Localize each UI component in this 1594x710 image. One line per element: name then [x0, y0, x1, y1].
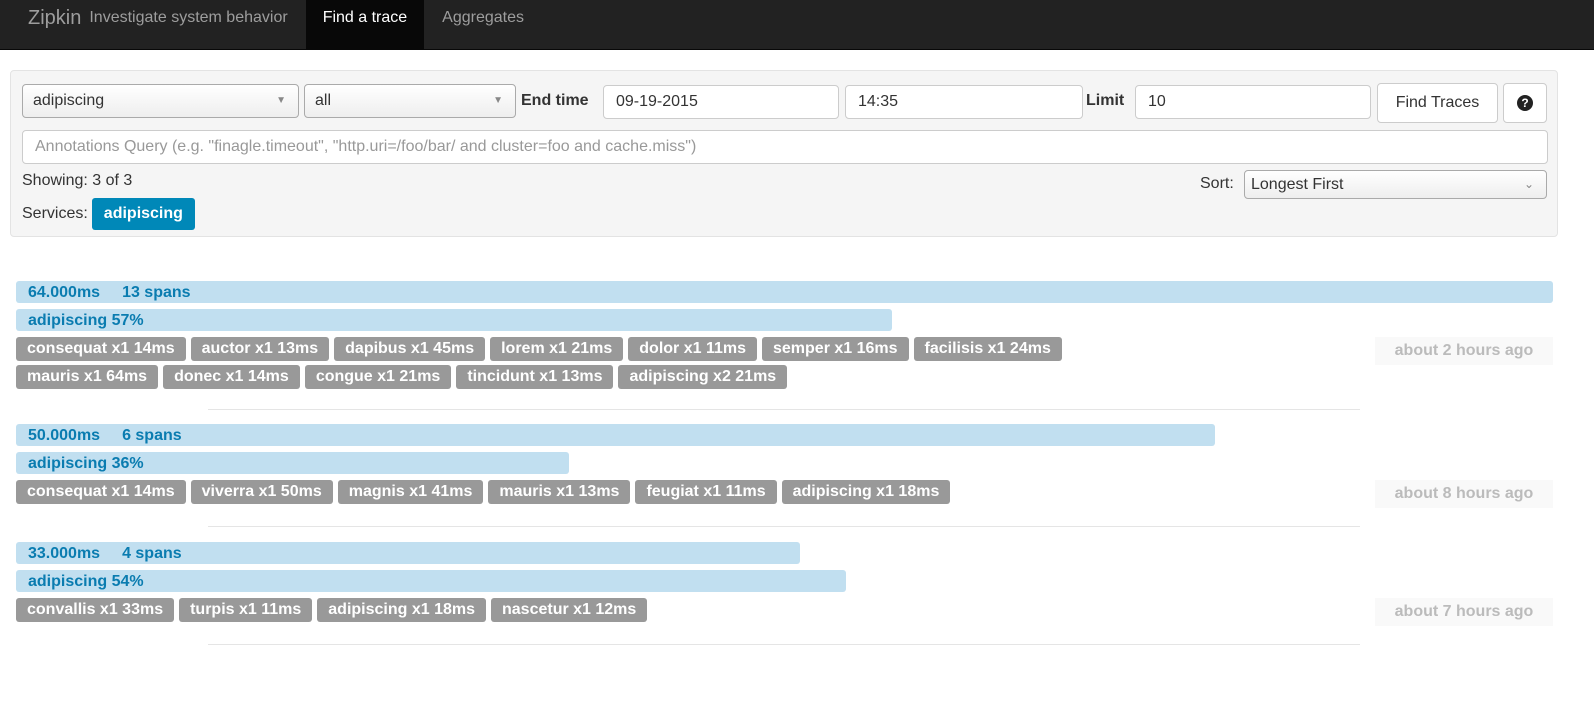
span-tag[interactable]: adipiscing x1 18ms	[317, 598, 486, 622]
navbar: Zipkin Investigate system behavior Find …	[0, 0, 1594, 50]
span-select[interactable]: all ▼	[304, 84, 516, 118]
caret-down-icon: ▼	[276, 95, 286, 106]
span-tag[interactable]: adipiscing x2 21ms	[618, 365, 788, 389]
timestamp: about 7 hours ago	[1375, 598, 1553, 626]
question-circle-icon: ?	[1517, 95, 1533, 111]
span-tag[interactable]: tincidunt x1 13ms	[456, 365, 614, 389]
trace-item[interactable]: 64.000ms 13 spans adipiscing 57% about 2 …	[16, 281, 1553, 410]
span-tags: convallis x1 33ms turpis x1 11ms adipiscin…	[16, 598, 1176, 622]
timestamp: about 8 hours ago	[1375, 480, 1553, 508]
span-tags: consequat x1 14ms viverra x1 50ms magnis x…	[16, 480, 1176, 504]
sort-label: Sort:	[1200, 175, 1234, 192]
limit-input[interactable]: 10	[1135, 85, 1371, 119]
duration-bar: 64.000ms 13 spans	[16, 281, 1553, 303]
brand[interactable]: Zipkin	[0, 0, 89, 49]
span-count: 4 spans	[122, 545, 182, 562]
find-traces-button[interactable]: Find Traces	[1377, 83, 1498, 123]
service-value: adipiscing	[33, 92, 105, 109]
span-tag[interactable]: lorem x1 21ms	[490, 337, 624, 361]
help-button[interactable]: ?	[1503, 83, 1547, 123]
service-bar: adipiscing 36%	[16, 452, 570, 474]
span-tag[interactable]: dapibus x1 45ms	[334, 337, 486, 361]
service-select[interactable]: adipiscing ▼	[22, 84, 299, 118]
duration: 64.000ms	[28, 284, 101, 301]
services-label: Services:	[22, 205, 88, 222]
span-tag[interactable]: convallis x1 33ms	[16, 598, 175, 622]
time-input[interactable]: 14:35	[845, 85, 1083, 119]
duration-bar: 33.000ms 4 spans	[16, 542, 800, 564]
span-count: 13 spans	[122, 284, 191, 301]
timestamp: about 2 hours ago	[1375, 337, 1553, 365]
span-tag[interactable]: feugiat x1 11ms	[635, 480, 777, 504]
sort-select[interactable]: Longest First ⌄	[1244, 170, 1547, 199]
span-tag[interactable]: donec x1 14ms	[163, 365, 300, 389]
date-input[interactable]: 09-19-2015	[603, 85, 839, 119]
caret-down-icon: ▼	[493, 95, 503, 106]
span-tag[interactable]: dolor x1 11ms	[628, 337, 757, 361]
trace-item[interactable]: 50.000ms 6 spans adipiscing 36% about 8 h…	[16, 424, 1553, 527]
trace-item[interactable]: 33.000ms 4 spans adipiscing 54% about 7 h…	[16, 542, 1553, 645]
divider	[208, 409, 1360, 410]
divider	[208, 526, 1360, 527]
service-badge[interactable]: adipiscing	[91, 198, 195, 230]
span-tag[interactable]: consequat x1 14ms	[16, 480, 186, 504]
span-tag[interactable]: mauris x1 13ms	[488, 480, 631, 504]
span-tag[interactable]: magnis x1 41ms	[337, 480, 484, 504]
sort-value: Longest First	[1251, 176, 1344, 193]
service-bar: adipiscing 54%	[16, 570, 846, 592]
span-tag[interactable]: facilisis x1 24ms	[913, 337, 1062, 361]
span-tag[interactable]: adipiscing x1 18ms	[781, 480, 951, 504]
duration: 33.000ms	[28, 545, 101, 562]
limit-label: Limit	[1086, 92, 1125, 109]
chevron-down-icon: ⌄	[1523, 177, 1534, 191]
span-tags: consequat x1 14ms auctor x1 13ms dapibus x…	[16, 337, 1176, 389]
span-count: 6 spans	[122, 427, 182, 444]
span-tag[interactable]: semper x1 16ms	[762, 337, 909, 361]
tagline[interactable]: Investigate system behavior	[89, 0, 305, 49]
search-panel: adipiscing ▼ all ▼ End time 09-19-2015 14:…	[10, 70, 1558, 237]
span-tag[interactable]: nascetur x1 12ms	[491, 598, 648, 622]
service-bar: adipiscing 57%	[16, 309, 893, 331]
duration: 50.000ms	[28, 427, 101, 444]
duration-bar: 50.000ms 6 spans	[16, 424, 1215, 446]
span-tag[interactable]: viverra x1 50ms	[190, 480, 333, 504]
tab-aggregates[interactable]: Aggregates	[424, 0, 541, 49]
tab-find-a-trace[interactable]: Find a trace	[305, 0, 425, 49]
span-tag[interactable]: auctor x1 13ms	[190, 337, 330, 361]
annotations-query-input[interactable]: Annotations Query (e.g. "finagle.timeout…	[22, 130, 1548, 164]
showing-count: Showing: 3 of 3	[22, 172, 133, 189]
divider	[208, 644, 1360, 645]
span-tag[interactable]: consequat x1 14ms	[16, 337, 186, 361]
span-value: all	[315, 92, 332, 109]
end-time-label: End time	[521, 92, 589, 109]
span-tag[interactable]: turpis x1 11ms	[179, 598, 313, 622]
span-tag[interactable]: congue x1 21ms	[304, 365, 452, 389]
span-tag[interactable]: mauris x1 64ms	[16, 365, 159, 389]
